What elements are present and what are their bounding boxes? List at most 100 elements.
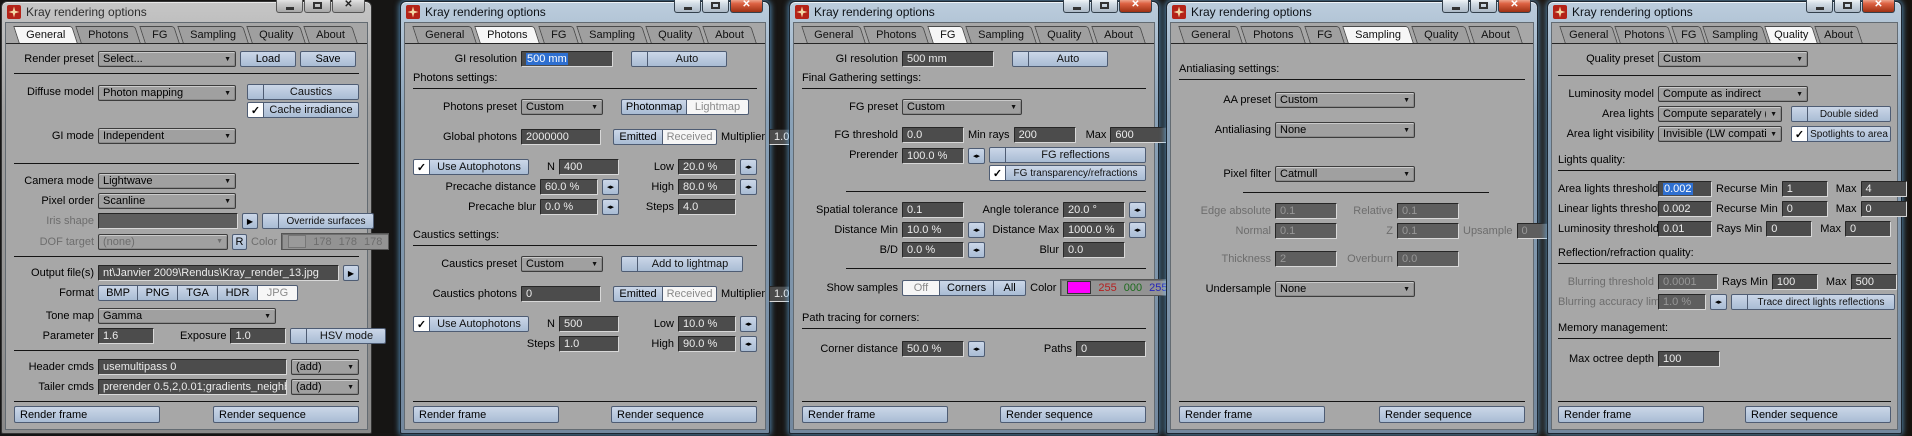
blurring-rays-min-field[interactable]: 100 — [1772, 274, 1818, 290]
maximize-button[interactable] — [702, 0, 729, 13]
n-field[interactable]: 400 — [559, 159, 619, 175]
close-button[interactable]: ✕ — [1498, 0, 1531, 13]
sample-color-value[interactable]: 255000255 — [1060, 279, 1174, 296]
area-light-visibility-dropdown[interactable]: Invisible (LW compatibe)▼ — [1658, 126, 1782, 142]
output-files-browse-button[interactable]: ▶ — [343, 265, 359, 281]
recurse-min-field[interactable]: 1 — [1782, 181, 1828, 197]
lightmap-button[interactable]: Lightmap — [687, 99, 749, 115]
close-button[interactable]: ✕ — [1119, 0, 1152, 13]
render-frame-button[interactable]: Render frame — [14, 406, 160, 423]
tab-fg[interactable]: FG — [1671, 26, 1706, 43]
gi-resolution-field[interactable]: 500 mm — [521, 51, 613, 67]
spinner-button[interactable]: ◂▸ — [740, 179, 757, 195]
show-samples-all-button[interactable]: All — [994, 280, 1026, 296]
blur-field[interactable]: 0.0 — [1063, 242, 1125, 258]
spinner-button[interactable]: ◂▸ — [968, 148, 985, 164]
caustics-checkbox[interactable]: Caustics — [247, 84, 359, 100]
recurse-max-field[interactable]: 4 — [1861, 181, 1907, 197]
recurse-max-field[interactable]: 0 — [1861, 201, 1907, 217]
tab-quality[interactable]: Quality — [645, 26, 705, 43]
linear-lights-threshold-field[interactable]: 0.002 — [1658, 201, 1712, 217]
precache-blur-field[interactable]: 0.0 % — [540, 199, 598, 215]
tab-quality[interactable]: Quality — [1411, 26, 1471, 43]
render-frame-button[interactable]: Render frame — [1179, 406, 1325, 423]
global-photons-field[interactable]: 2000000 — [521, 129, 601, 145]
tab-photons[interactable]: Photons — [75, 26, 141, 43]
tab-quality[interactable]: Quality — [246, 26, 306, 43]
title-bar[interactable]: Kray rendering options ✕ — [401, 2, 769, 22]
tab-sampling[interactable]: Sampling — [1342, 26, 1413, 43]
render-sequence-button[interactable]: Render sequence — [1000, 406, 1146, 423]
spotlights-to-area-checkbox[interactable]: ✓Spotlights to area — [1791, 126, 1891, 142]
render-sequence-button[interactable]: Render sequence — [213, 406, 359, 423]
spinner-button[interactable]: ◂▸ — [740, 336, 757, 352]
tab-sampling[interactable]: Sampling — [576, 26, 647, 43]
parameter-field[interactable]: 1.6 — [98, 328, 154, 344]
maximize-button[interactable] — [1091, 0, 1118, 13]
render-sequence-button[interactable]: Render sequence — [1379, 406, 1525, 423]
gi-mode-dropdown[interactable]: Independent▼ — [98, 128, 236, 144]
format-bmp-button[interactable]: BMP — [98, 285, 138, 301]
tab-photons[interactable]: Photons — [1240, 26, 1306, 43]
pixel-filter-dropdown[interactable]: Catmull▼ — [1275, 166, 1415, 182]
spinner-button[interactable]: ◂▸ — [602, 199, 619, 215]
area-lights-threshold-field[interactable]: 0.002 — [1658, 181, 1712, 197]
format-jpg-button[interactable]: JPG — [258, 285, 298, 301]
camera-mode-dropdown[interactable]: Lightwave▼ — [98, 173, 236, 189]
prerender-field[interactable]: 100.0 % — [902, 148, 964, 164]
tab-fg[interactable]: FG — [538, 26, 579, 43]
emitted-button[interactable]: Emitted — [613, 286, 663, 302]
received-button[interactable]: Received — [663, 286, 717, 302]
format-tga-button[interactable]: TGA — [178, 285, 218, 301]
minimize-button[interactable] — [1806, 0, 1833, 13]
use-autophotons-checkbox[interactable]: ✓Use Autophotons — [413, 159, 529, 175]
area-lights-dropdown[interactable]: Compute separately (adapti...▼ — [1658, 106, 1782, 122]
pixel-order-dropdown[interactable]: Scanline▼ — [98, 193, 236, 209]
tab-about[interactable]: About — [1091, 26, 1145, 43]
diffuse-model-dropdown[interactable]: Photon mapping▼ — [98, 85, 236, 101]
tab-about[interactable]: About — [1468, 26, 1522, 43]
tab-photons[interactable]: Photons — [474, 26, 540, 43]
exposure-field[interactable]: 1.0 — [230, 328, 286, 344]
spatial-tolerance-field[interactable]: 0.1 — [902, 202, 964, 218]
r-button[interactable]: R — [232, 234, 247, 250]
tab-about[interactable]: About — [303, 26, 357, 43]
iris-shape-picker-button[interactable]: ▶ — [242, 213, 258, 229]
double-sided-checkbox[interactable]: Double sided — [1791, 106, 1891, 122]
title-bar[interactable]: Kray rendering options ✕ — [790, 2, 1158, 22]
tailer-cmds-add-dropdown[interactable]: (add)▼ — [291, 379, 359, 395]
add-to-lightmap-checkbox[interactable]: Add to lightmap — [621, 256, 743, 272]
aa-preset-dropdown[interactable]: Custom▼ — [1275, 92, 1415, 108]
spinner-button[interactable]: ◂▸ — [1710, 294, 1727, 310]
header-cmds-add-dropdown[interactable]: (add)▼ — [291, 359, 359, 375]
spinner-button[interactable]: ◂▸ — [740, 316, 757, 332]
minimize-button[interactable] — [1063, 0, 1090, 13]
caustics-preset-dropdown[interactable]: Custom▼ — [521, 256, 603, 272]
quality-preset-dropdown[interactable]: Custom▼ — [1658, 51, 1808, 67]
render-frame-button[interactable]: Render frame — [1558, 406, 1704, 423]
spinner-button[interactable]: ◂▸ — [968, 222, 985, 238]
tab-photons[interactable]: Photons — [1614, 26, 1674, 43]
max-octree-depth-field[interactable]: 100 — [1658, 351, 1720, 367]
render-frame-button[interactable]: Render frame — [802, 406, 948, 423]
tab-sampling[interactable]: Sampling — [965, 26, 1036, 43]
recurse-min-field[interactable]: 0 — [1782, 201, 1828, 217]
load-button[interactable]: Load — [240, 51, 296, 67]
fg-transparency-checkbox[interactable]: ✓FG transparency/refractions — [989, 165, 1146, 181]
tab-sampling[interactable]: Sampling — [177, 26, 248, 43]
tab-sampling[interactable]: Sampling — [1702, 26, 1767, 43]
blurring-rays-max-field[interactable]: 500 — [1851, 274, 1897, 290]
tab-about[interactable]: About — [702, 26, 756, 43]
spinner-button[interactable]: ◂▸ — [1129, 222, 1146, 238]
tone-map-dropdown[interactable]: Gamma▼ — [98, 308, 276, 324]
received-button[interactable]: Received — [663, 129, 717, 145]
auto-checkbox[interactable]: Auto — [1012, 51, 1108, 67]
rays-min-field[interactable]: 0 — [1766, 221, 1812, 237]
spinner-button[interactable]: ◂▸ — [968, 341, 985, 357]
luminosity-threshold-field[interactable]: 0.01 — [1658, 221, 1712, 237]
tab-quality[interactable]: Quality — [1034, 26, 1094, 43]
tab-general[interactable]: General — [801, 26, 866, 43]
angle-tolerance-field[interactable]: 20.0 ° — [1063, 202, 1125, 218]
steps-field[interactable]: 4.0 — [678, 199, 736, 215]
tab-general[interactable]: General — [412, 26, 477, 43]
